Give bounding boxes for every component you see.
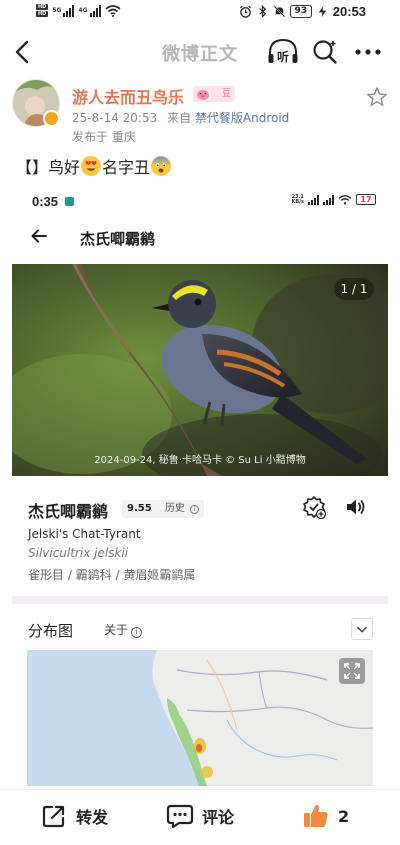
repost-label: 转发 [76, 808, 109, 827]
embed-net-speed: 23.1 KB/s [291, 194, 305, 205]
favorite-star-icon[interactable] [366, 86, 388, 108]
page-title: 微博正文 [162, 44, 238, 65]
species-name-en: Jelski's Chat-Tyrant [28, 527, 141, 541]
hd-badge-top: HD [36, 4, 49, 10]
speaker-audio-icon[interactable] [344, 496, 366, 518]
bird-photo[interactable]: 1 / 1 2024-09-24, 秘鲁·卡哈马卡 © Su Li 小黠博物 [12, 264, 388, 476]
signal-strength-icon-1 [63, 4, 75, 17]
distribution-title: 分布图 [28, 622, 74, 640]
charging-icon [318, 5, 326, 18]
fearful-face-emoji-icon [151, 156, 172, 176]
network-5g-label: 5G [52, 7, 62, 14]
comment-icon [166, 804, 194, 829]
species-name-cn: 杰氏唧霸鹟 [28, 502, 109, 521]
embed-battery-level: 17 [356, 194, 376, 205]
status-bar: HD HD 5G 4G 93 20:53 [0, 0, 400, 26]
post-username[interactable]: 游人去而丑鸟乐 [72, 84, 184, 108]
embed-wifi-icon [338, 194, 352, 204]
species-name-latin: Silvicultrix jelskii [28, 546, 129, 560]
app-notification-icon [65, 197, 74, 206]
species-taxonomy: 雀形目 / 霸鹟科 / 黄眉姬霸鹟属 [28, 568, 196, 582]
add-to-list-icon[interactable] [302, 495, 326, 519]
embedded-screenshot[interactable]: 0:35 23.1 KB/s 17 杰氏唧霸鹟 1 / 1 2024-09-24… [12, 186, 388, 786]
score-history-chip[interactable]: 9.55 历史 i [122, 500, 204, 518]
bluetooth-icon [259, 5, 266, 18]
like-button[interactable]: 2 [302, 802, 349, 830]
history-info-icon: i [190, 505, 200, 514]
status-bar-right: 93 20:53 [239, 4, 366, 19]
listen-label: 听 [277, 49, 289, 64]
like-count: 2 [338, 806, 350, 826]
top-nav-bar: 微博正文 听 [0, 30, 400, 74]
embed-net-speed-unit: KB/s [291, 198, 305, 205]
status-time: 20:53 [332, 4, 366, 19]
about-label: 关于 [104, 623, 129, 637]
distribution-map[interactable] [27, 650, 373, 786]
search-icon[interactable] [311, 38, 339, 66]
expand-fullscreen-icon[interactable] [339, 658, 365, 684]
comment-label: 评论 [202, 808, 235, 827]
listen-headphones-icon[interactable]: 听 [266, 37, 300, 67]
embed-status-bar: 0:35 23.1 KB/s 17 [12, 186, 388, 214]
more-options-icon[interactable] [353, 42, 383, 62]
bird-photo-image [12, 264, 388, 476]
status-bar-left: HD HD 5G 4G [36, 4, 121, 17]
member-badge-label: 豆 [221, 89, 231, 99]
post-source-link[interactable]: 禁代餐版Android [195, 111, 289, 125]
verified-badge-icon [43, 110, 60, 127]
mute-icon [273, 5, 286, 18]
heart-eyes-emoji-icon [81, 156, 102, 176]
pig-badge-icon [197, 90, 209, 100]
post-text-part1: 【】鸟好 [16, 158, 81, 177]
post-action-bar: 转发 评论 2 [0, 789, 400, 845]
embed-page-title: 杰氏唧霸鹟 [80, 230, 156, 248]
post-meta: 25-8-14 20:53 来自 禁代餐版Android [72, 109, 289, 126]
post-text-part2: 名字丑 [102, 158, 151, 177]
post-source-prefix: 来自 [167, 111, 192, 125]
about-info-icon: i [131, 627, 143, 638]
history-label: 历史 [164, 503, 185, 514]
post-location: 发布于 重庆 [72, 130, 136, 144]
repost-icon [42, 805, 65, 828]
thumbs-up-icon [304, 804, 328, 827]
section-divider [12, 596, 388, 604]
distribution-map-image [27, 650, 373, 786]
embed-signal-icon-2 [323, 194, 334, 205]
network-4g-label: 4G [78, 7, 88, 14]
chevron-down-icon[interactable] [351, 618, 373, 640]
wifi-icon [105, 4, 121, 17]
alarm-icon [239, 5, 251, 18]
photo-counter: 1 / 1 [334, 278, 374, 300]
distribution-about[interactable]: 关于 i [104, 621, 143, 638]
post-text: 【】鸟好 名字丑 [16, 154, 172, 178]
hd-indicator: HD HD [36, 4, 49, 17]
species-score: 9.55 [127, 503, 152, 514]
embed-back-arrow-icon[interactable] [30, 227, 48, 245]
signal-strength-icon-2 [89, 4, 101, 17]
battery-level: 93 [289, 5, 312, 18]
repost-button[interactable]: 转发 [40, 802, 108, 830]
member-badge[interactable]: 豆 [193, 86, 235, 102]
photo-caption: 2024-09-24, 秘鲁·卡哈马卡 © Su Li 小黠博物 [94, 455, 306, 466]
post-timestamp: 25-8-14 20:53 [72, 111, 158, 125]
comment-button[interactable]: 评论 [166, 802, 234, 830]
embed-status-right: 23.1 KB/s 17 [291, 194, 376, 205]
embed-status-time: 0:35 [32, 194, 59, 209]
embed-signal-icon-1 [308, 194, 319, 205]
hd-badge-bottom: HD [36, 11, 49, 17]
